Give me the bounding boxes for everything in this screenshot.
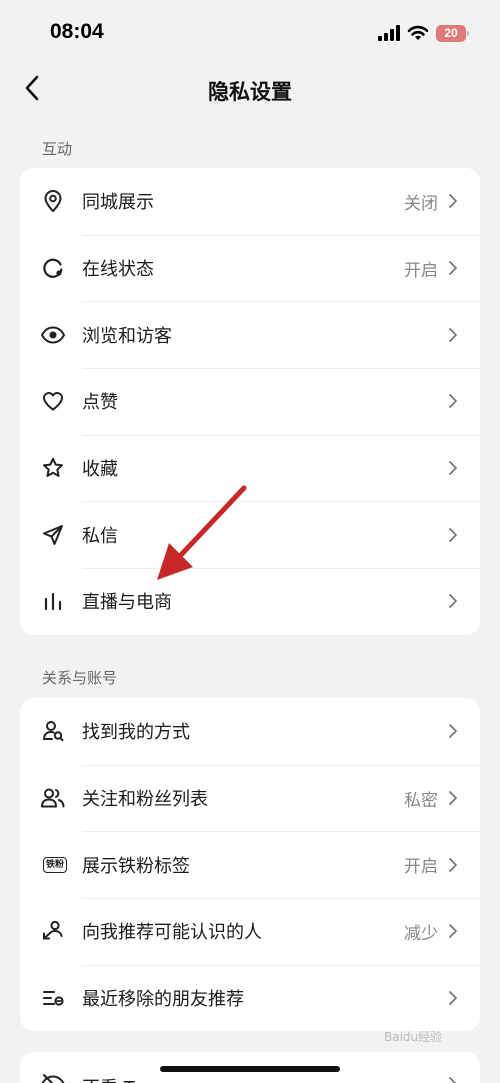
eye-off-icon <box>40 1071 66 1083</box>
chevron-right-icon <box>449 857 457 872</box>
section-label-interaction: 互动 <box>42 140 73 158</box>
chevron-right-icon <box>449 261 457 275</box>
chevron-right-icon <box>449 594 457 609</box>
chevron-right-icon <box>449 791 457 805</box>
row-label: 点赞 <box>82 392 118 414</box>
row-value: 开启 <box>404 260 438 281</box>
row-label: 不看 Ta <box>82 1074 143 1083</box>
settings-row-messages[interactable]: 私信 <box>20 501 480 568</box>
settings-row-follow-fans-list[interactable]: 关注和粉丝列表 私密 <box>20 764 480 832</box>
page-title: 隐私设置 <box>208 80 292 104</box>
section-label-relations-account: 关系与账号 <box>42 669 118 687</box>
battery-level: 20 <box>444 26 458 40</box>
wifi-icon <box>407 25 429 40</box>
status-time: 08:04 <box>50 20 104 43</box>
location-pin-icon <box>40 188 66 214</box>
settings-row-find-me[interactable]: 找到我的方式 <box>20 698 480 765</box>
fan-badge-icon: 铁粉 <box>40 852 70 878</box>
users-icon <box>40 785 66 811</box>
row-label: 展示铁粉标签 <box>82 855 190 877</box>
row-label: 在线状态 <box>82 259 154 281</box>
row-value: 关闭 <box>404 193 438 214</box>
removed-list-icon <box>40 985 66 1011</box>
paper-plane-icon <box>40 522 66 548</box>
relations-card: 找到我的方式 关注和粉丝列表 私密 铁粉 展示铁粉标签 开启 向我推荐可能认识的… <box>20 698 480 1031</box>
row-label: 私信 <box>82 525 118 547</box>
bars-icon <box>40 588 66 614</box>
fan-badge-text: 铁粉 <box>42 856 67 873</box>
status-bar: 08:04 20 <box>0 0 500 66</box>
row-value: 私密 <box>404 790 438 811</box>
settings-row-recommend-people[interactable]: 向我推荐可能认识的人 减少 <box>20 898 480 965</box>
row-label: 同城展示 <box>82 192 154 214</box>
row-value: 减少 <box>404 923 438 944</box>
recommend-user-icon <box>40 918 66 944</box>
row-label: 找到我的方式 <box>82 722 190 744</box>
star-icon <box>40 455 66 481</box>
row-label: 直播与电商 <box>82 592 172 614</box>
find-user-icon <box>40 718 66 744</box>
chevron-right-icon <box>449 1077 457 1083</box>
row-value: 开启 <box>404 857 438 878</box>
settings-row-online-status[interactable]: 在线状态 开启 <box>20 234 480 302</box>
signal-icon <box>378 25 400 41</box>
eye-icon <box>40 322 66 348</box>
chevron-right-icon <box>449 461 457 475</box>
row-label: 最近移除的朋友推荐 <box>82 989 244 1011</box>
interaction-card: 同城展示 关闭 在线状态 开启 浏览和访客 点赞 收藏 私信 直播与电商 <box>20 168 480 635</box>
settings-row-favorites[interactable]: 收藏 <box>20 434 480 502</box>
settings-row-likes[interactable]: 点赞 <box>20 368 480 435</box>
chevron-right-icon <box>449 194 457 209</box>
row-label: 收藏 <box>82 459 118 481</box>
row-label: 向我推荐可能认识的人 <box>82 922 262 944</box>
heart-icon <box>40 388 66 414</box>
settings-row-fan-badge[interactable]: 铁粉 展示铁粉标签 开启 <box>20 831 480 898</box>
chevron-right-icon <box>449 924 457 939</box>
battery-icon: 20 <box>436 24 469 42</box>
row-label: 关注和粉丝列表 <box>82 789 208 811</box>
chevron-right-icon <box>449 527 457 542</box>
online-status-icon <box>40 255 66 281</box>
settings-row-live-commerce[interactable]: 直播与电商 <box>20 568 480 635</box>
nav-bar: 隐私设置 <box>0 66 500 112</box>
settings-row-removed-friends[interactable]: 最近移除的朋友推荐 <box>20 964 480 1032</box>
home-indicator <box>160 1066 340 1072</box>
status-icons: 20 <box>378 22 469 44</box>
watermark: Baidu经验 <box>384 1030 443 1044</box>
row-label: 浏览和访客 <box>82 325 172 347</box>
chevron-right-icon <box>449 991 457 1005</box>
chevron-right-icon <box>449 327 457 342</box>
settings-row-browse-visitors[interactable]: 浏览和访客 <box>20 301 480 368</box>
chevron-right-icon <box>449 394 457 409</box>
chevron-right-icon <box>449 724 457 739</box>
settings-row-nearby-display[interactable]: 同城展示 关闭 <box>20 168 480 235</box>
